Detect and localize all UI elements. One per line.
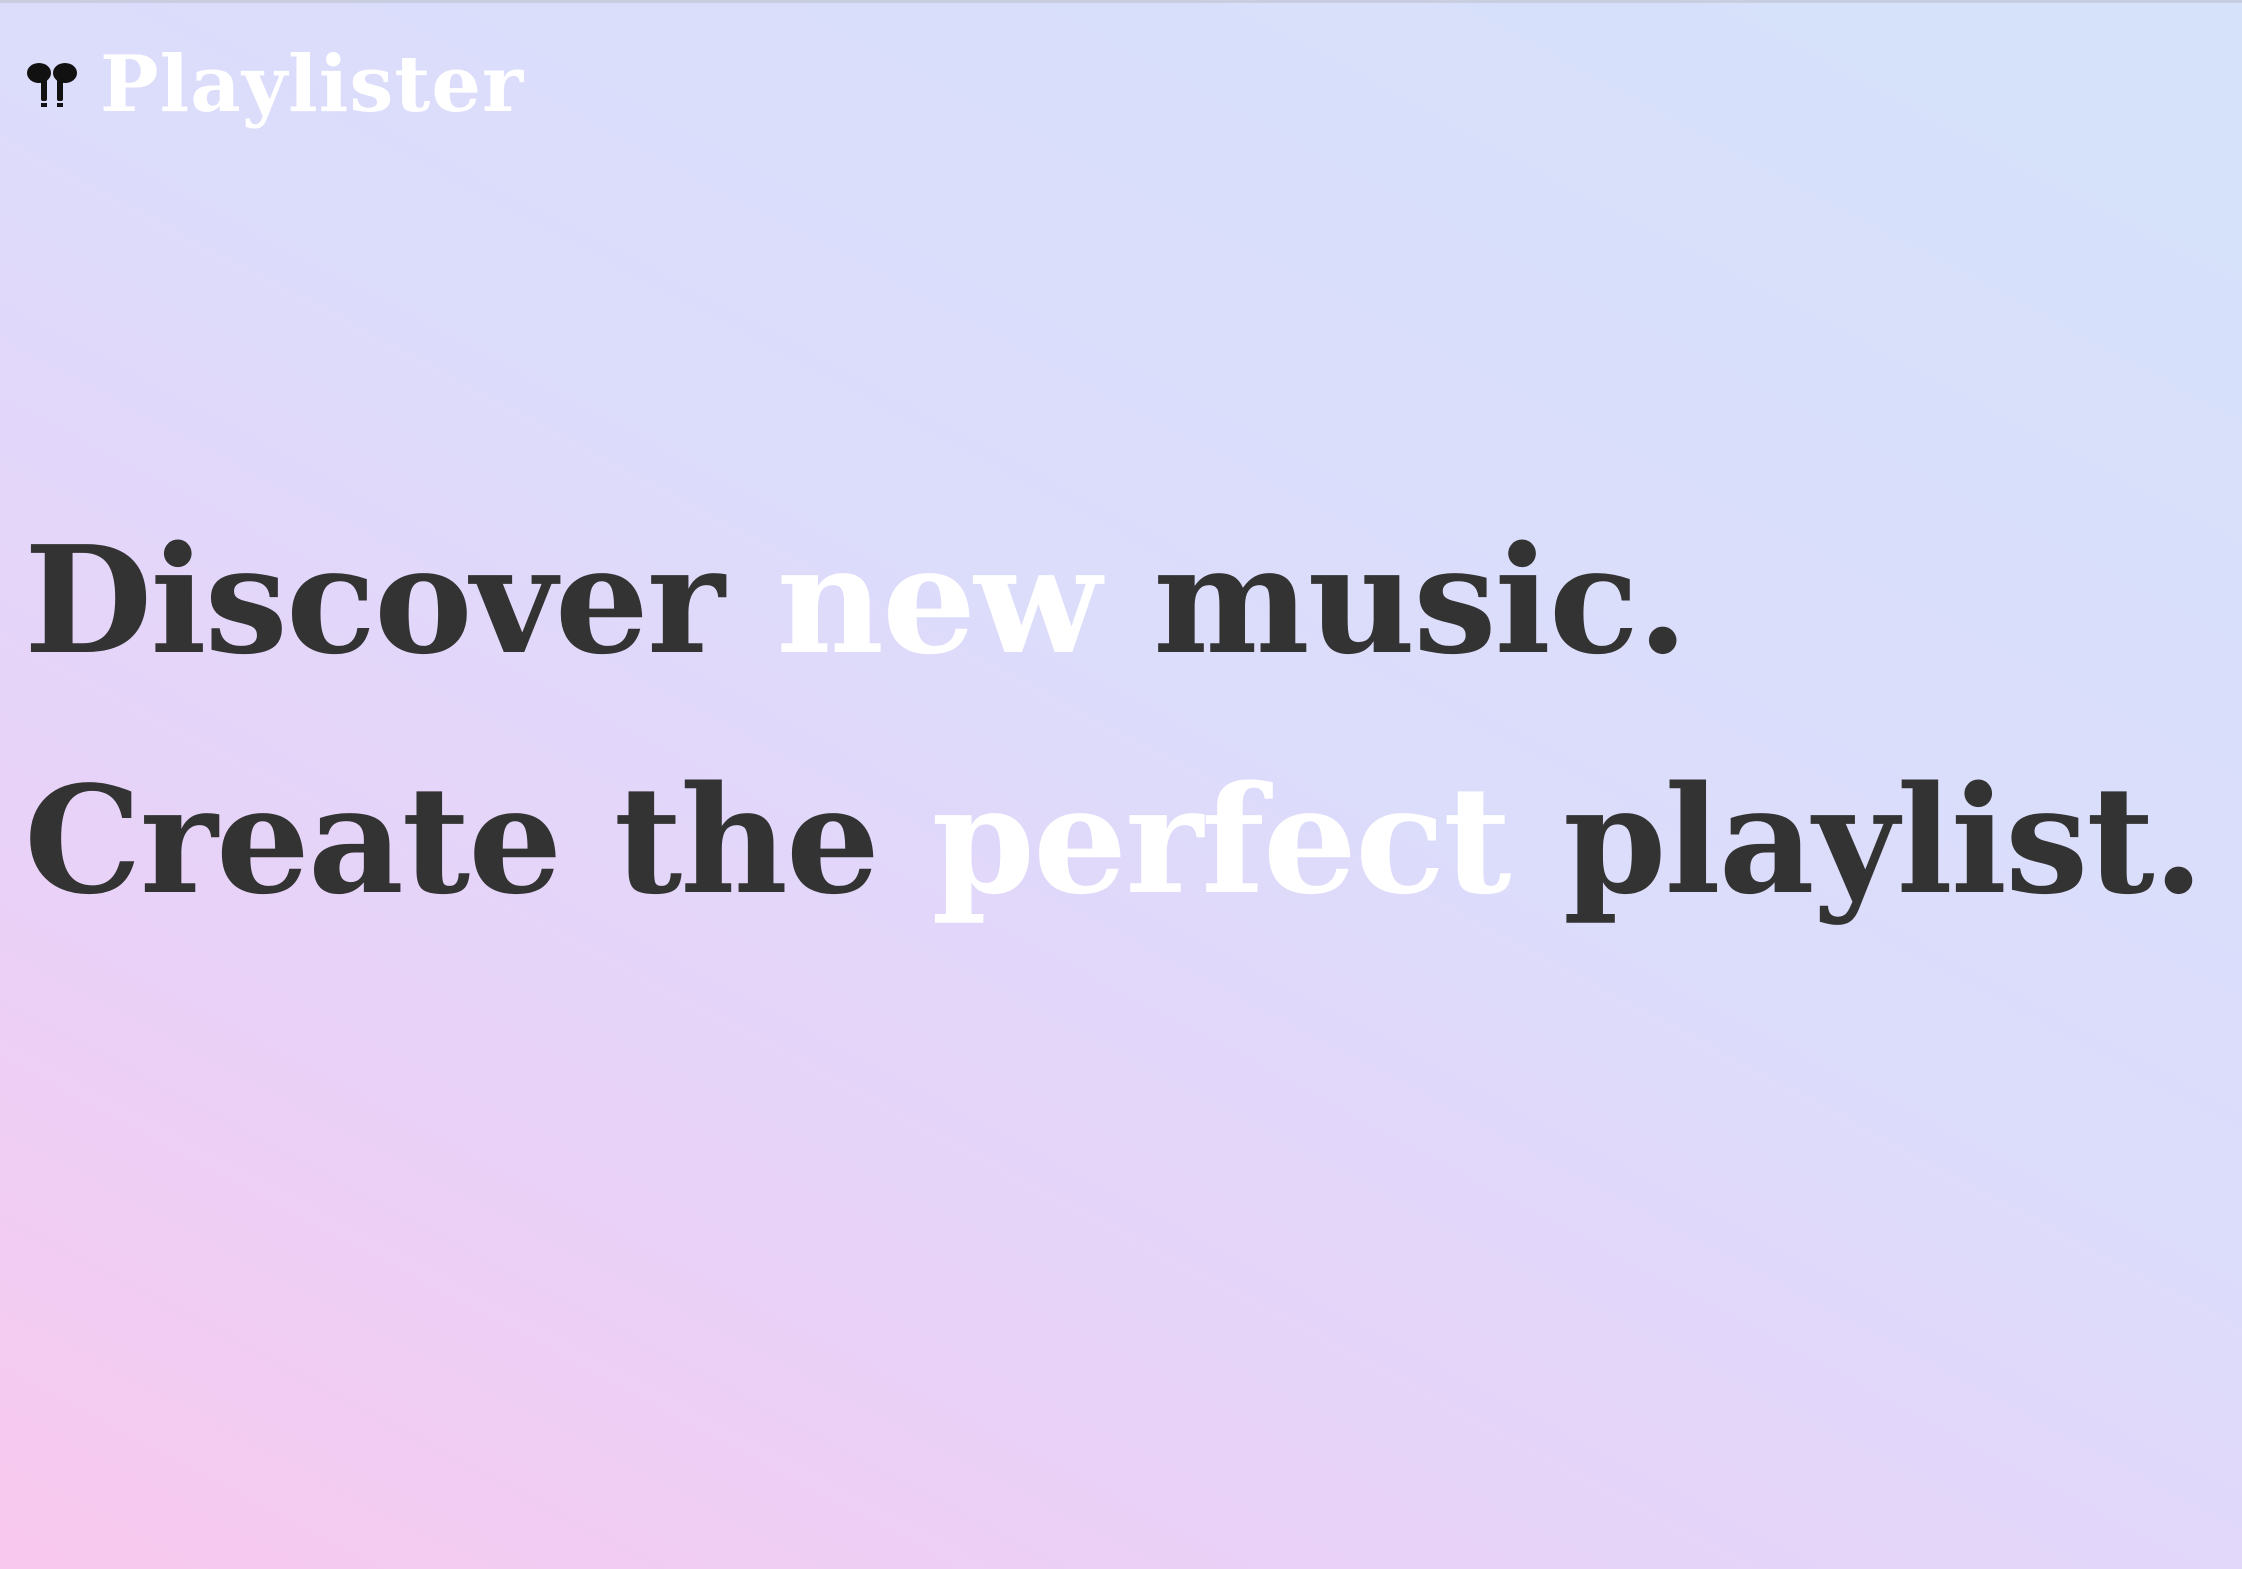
- hero-headline: Discover new music. Create the perfect p…: [24, 480, 2234, 960]
- app-logo-text[interactable]: Playlister: [100, 46, 524, 124]
- hero-text-discover: Discover: [24, 513, 777, 687]
- hero-text-new: new: [776, 513, 1101, 687]
- site-header: Playlister: [26, 40, 524, 130]
- hero-text-perfect: perfect: [931, 753, 1512, 927]
- window-top-edge: [0, 0, 2242, 3]
- earbuds-icon: [26, 40, 78, 130]
- hero-text-playlist: playlist.: [1509, 753, 2204, 927]
